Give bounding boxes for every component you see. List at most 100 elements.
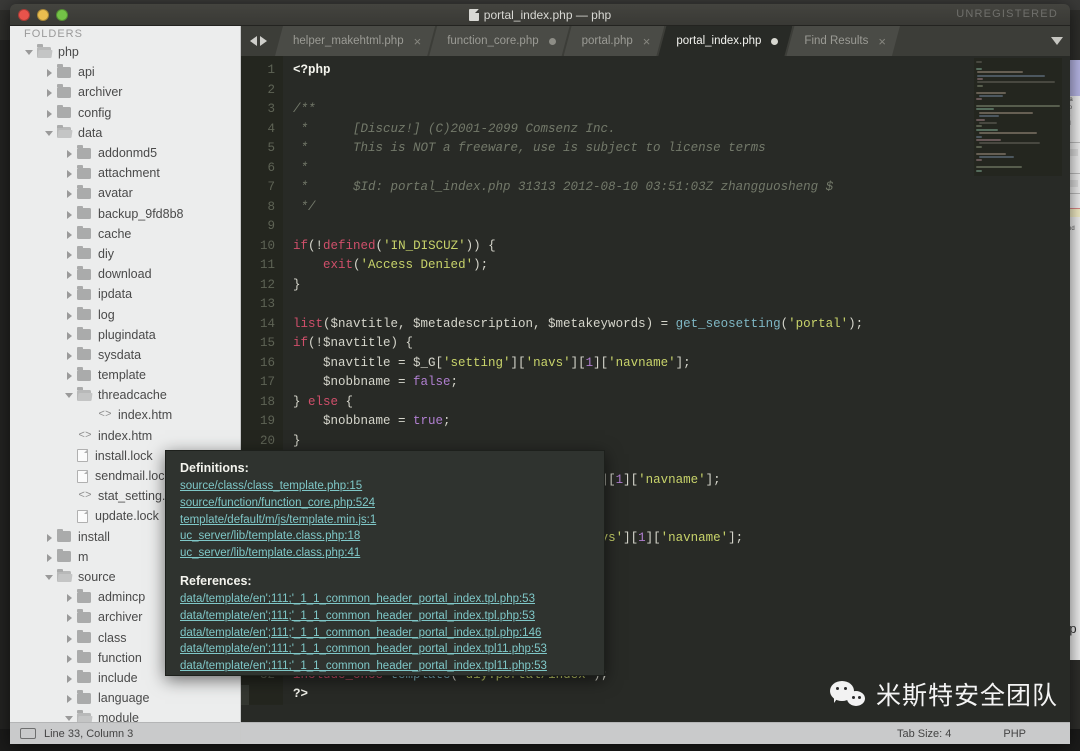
chevron-down-icon[interactable] xyxy=(64,390,74,400)
code-line[interactable]: $nobbname = true; xyxy=(293,412,863,432)
minimize-button[interactable] xyxy=(37,9,49,21)
code-line[interactable]: $nobbname = false; xyxy=(293,373,863,393)
tree-item-diy[interactable]: diy xyxy=(10,244,240,264)
definition-link[interactable]: source/class/class_template.php:15 xyxy=(180,478,590,495)
chevron-right-icon[interactable] xyxy=(64,168,74,179)
tree-item-ipdata[interactable]: ipdata xyxy=(10,284,240,304)
close-icon[interactable]: × xyxy=(643,35,651,48)
tab-overflow-button[interactable] xyxy=(1044,26,1070,56)
tree-item-plugindata[interactable]: plugindata xyxy=(10,325,240,345)
chevron-right-icon[interactable] xyxy=(64,592,74,603)
definition-link[interactable]: template/default/m/js/template.min.js:1 xyxy=(180,512,590,529)
tree-item-template[interactable]: template xyxy=(10,365,240,385)
code-line[interactable]: */ xyxy=(293,198,863,218)
close-button[interactable] xyxy=(18,9,30,21)
reference-link[interactable]: data/template/en';111;'_1_1_common_heade… xyxy=(180,591,590,608)
reference-link[interactable]: data/template/en';111;'_1_1_common_heade… xyxy=(180,625,590,642)
definitions-list[interactable]: source/class/class_template.php:15 source… xyxy=(180,478,590,562)
tree-item-cache[interactable]: cache xyxy=(10,224,240,244)
chevron-right-icon[interactable] xyxy=(44,532,54,542)
chevron-right-icon[interactable] xyxy=(44,67,54,78)
chevron-down-icon[interactable] xyxy=(24,47,34,57)
tree-item-attachment[interactable]: attachment xyxy=(10,163,240,183)
definitions-popup[interactable]: Definitions: source/class/class_template… xyxy=(165,450,605,676)
tab-find-results[interactable]: Find Results × xyxy=(786,26,900,56)
chevron-right-icon[interactable] xyxy=(64,289,74,300)
chevron-right-icon[interactable] xyxy=(64,370,74,381)
code-line[interactable] xyxy=(293,295,863,315)
references-list[interactable]: data/template/en';111;'_1_1_common_heade… xyxy=(180,591,590,675)
code-line[interactable]: <?php xyxy=(293,61,863,81)
tab-function-core-php[interactable]: function_core.php xyxy=(429,26,569,56)
tab-portal-php[interactable]: portal.php × xyxy=(564,26,665,56)
tab-size-label[interactable]: Tab Size: 4 xyxy=(897,728,951,740)
zoom-button[interactable] xyxy=(56,9,68,21)
chevron-right-icon[interactable] xyxy=(64,612,74,623)
chevron-right-icon[interactable] xyxy=(44,108,54,118)
code-line[interactable]: } else { xyxy=(293,393,863,413)
chevron-right-icon[interactable] xyxy=(64,269,74,280)
chevron-right-icon[interactable] xyxy=(64,310,74,320)
tree-item-module[interactable]: module xyxy=(10,708,240,722)
tree-item-backup-9fd8b8[interactable]: backup_9fd8b8 xyxy=(10,204,240,224)
window-controls[interactable] xyxy=(18,9,68,21)
code-minimap[interactable] xyxy=(974,58,1062,176)
definition-link[interactable]: uc_server/lib/template.class.php:18 xyxy=(180,528,590,545)
chevron-right-icon[interactable] xyxy=(64,653,74,663)
tree-item-sysdata[interactable]: sysdata xyxy=(10,345,240,365)
chevron-right-icon[interactable] xyxy=(64,693,74,704)
close-icon[interactable]: × xyxy=(414,35,422,48)
tree-item-index-htm[interactable]: <> index.htm xyxy=(10,405,240,425)
tree-item-config[interactable]: config xyxy=(10,103,240,123)
tree-item-language[interactable]: language xyxy=(10,688,240,708)
next-tab-icon[interactable] xyxy=(259,36,267,46)
tree-item-log[interactable]: log xyxy=(10,304,240,324)
tab-navigation-arrows[interactable] xyxy=(241,26,275,56)
code-line[interactable] xyxy=(293,217,863,237)
chevron-down-icon[interactable] xyxy=(1051,37,1063,45)
syntax-label[interactable]: PHP xyxy=(1003,728,1026,740)
code-line[interactable]: * xyxy=(293,159,863,179)
code-line[interactable]: list($navtitle, $metadescription, $metak… xyxy=(293,315,863,335)
unsaved-dot-icon[interactable] xyxy=(549,38,556,45)
code-line[interactable]: exit('Access Denied'); xyxy=(293,256,863,276)
chevron-right-icon[interactable] xyxy=(64,350,74,360)
tab-list[interactable]: helper_makehtml.php × function_core.php por… xyxy=(275,26,1044,56)
code-line[interactable]: if(!defined('IN_DISCUZ')) { xyxy=(293,237,863,257)
code-line[interactable]: } xyxy=(293,276,863,296)
chevron-right-icon[interactable] xyxy=(64,229,74,239)
code-line[interactable]: * This is NOT a freeware, use is subject… xyxy=(293,139,863,159)
console-icon[interactable] xyxy=(20,728,36,739)
reference-link[interactable]: data/template/en';111;'_1_1_common_heade… xyxy=(180,641,590,658)
close-icon[interactable]: × xyxy=(878,35,886,48)
code-line[interactable]: /** xyxy=(293,100,863,120)
tree-item-download[interactable]: download xyxy=(10,264,240,284)
code-line[interactable]: * $Id: portal_index.php 31313 2012-08-10… xyxy=(293,178,863,198)
tree-item-data[interactable]: data xyxy=(10,123,240,143)
code-line[interactable]: ?> xyxy=(293,685,863,705)
chevron-right-icon[interactable] xyxy=(64,209,74,219)
chevron-right-icon[interactable] xyxy=(64,330,74,340)
prev-tab-icon[interactable] xyxy=(249,36,257,46)
tree-item-archiver[interactable]: archiver xyxy=(10,82,240,102)
tree-item-avatar[interactable]: avatar xyxy=(10,183,240,203)
tab-helper-makehtml-php[interactable]: helper_makehtml.php × xyxy=(275,26,435,56)
tree-item-threadcache[interactable]: threadcache xyxy=(10,385,240,405)
chevron-down-icon[interactable] xyxy=(44,128,54,138)
chevron-right-icon[interactable] xyxy=(44,552,54,562)
tree-item-php[interactable]: php xyxy=(10,42,240,62)
chevron-down-icon[interactable] xyxy=(44,572,54,582)
chevron-right-icon[interactable] xyxy=(64,148,74,159)
code-line[interactable]: } xyxy=(293,432,863,452)
chevron-right-icon[interactable] xyxy=(64,188,74,199)
unsaved-dot-icon[interactable] xyxy=(771,38,778,45)
definition-link[interactable]: uc_server/lib/template.class.php:41 xyxy=(180,545,590,562)
reference-link[interactable]: data/template/en';111;'_1_1_common_heade… xyxy=(180,608,590,625)
tree-item-api[interactable]: api xyxy=(10,62,240,82)
chevron-right-icon[interactable] xyxy=(64,633,74,643)
code-line[interactable] xyxy=(293,81,863,101)
chevron-right-icon[interactable] xyxy=(64,673,74,683)
definition-link[interactable]: source/function/function_core.php:524 xyxy=(180,495,590,512)
tree-item-index-htm[interactable]: <> index.htm xyxy=(10,426,240,446)
reference-link[interactable]: data/template/en';111;'_1_1_common_heade… xyxy=(180,658,590,675)
